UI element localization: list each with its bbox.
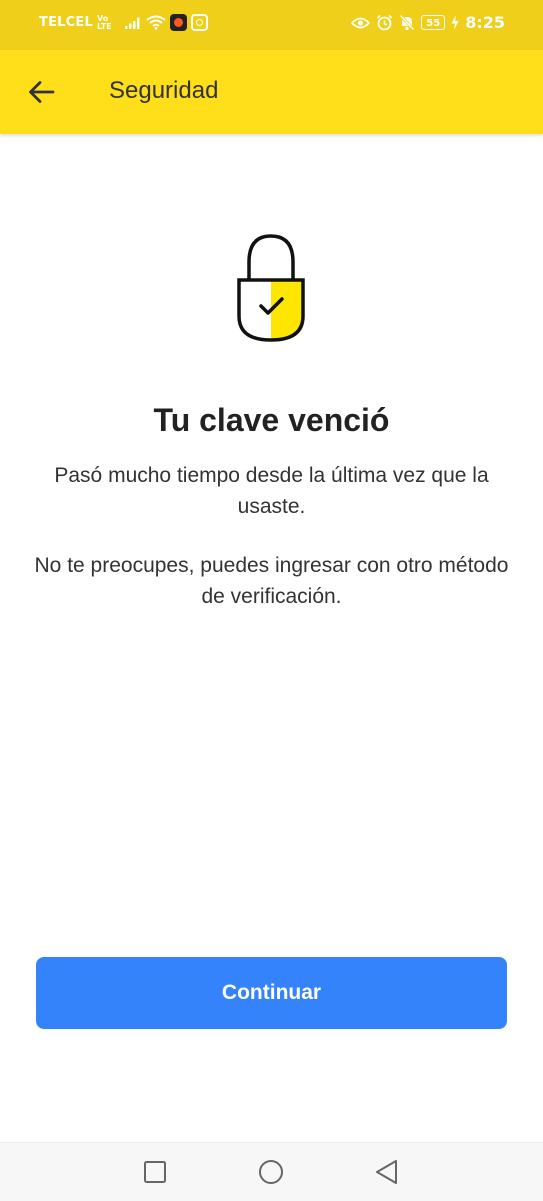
back-triangle-icon[interactable] — [374, 1159, 400, 1185]
wifi-icon — [146, 15, 166, 30]
status-left: TELCEL Vo LTE — [39, 14, 208, 31]
status-bar: TELCEL Vo LTE 55 8:25 — [0, 0, 543, 50]
arrow-left-icon — [29, 81, 55, 103]
expired-key-heading: Tu clave venció — [153, 402, 390, 438]
volte-indicator: Vo LTE — [96, 13, 112, 31]
eye-icon — [351, 17, 371, 28]
signal-icon — [124, 17, 140, 29]
status-right: 55 8:25 — [351, 13, 505, 32]
page-title: Seguridad — [109, 77, 219, 104]
expired-explanation: Pasó mucho tiempo desde la última vez qu… — [54, 464, 489, 518]
carrier-label: TELCEL — [39, 15, 93, 30]
charging-icon — [451, 15, 459, 30]
alternative-method-text: No te preocupes, puedes ingresar con otr… — [34, 554, 509, 608]
alarm-icon — [377, 14, 393, 31]
app-bar: Seguridad — [0, 50, 543, 134]
home-circle-icon[interactable] — [258, 1159, 284, 1185]
app-notification-icon — [190, 14, 208, 31]
recents-square-icon[interactable] — [142, 1159, 168, 1185]
app-notification-icon — [169, 14, 187, 31]
lock-check-icon — [237, 234, 305, 342]
back-button[interactable] — [26, 76, 58, 108]
system-nav-bar — [0, 1142, 543, 1201]
bell-off-icon — [399, 14, 415, 31]
continue-button[interactable]: Continuar — [36, 957, 507, 1029]
clock: 8:25 — [465, 13, 505, 32]
battery-icon: 55 — [421, 15, 446, 30]
